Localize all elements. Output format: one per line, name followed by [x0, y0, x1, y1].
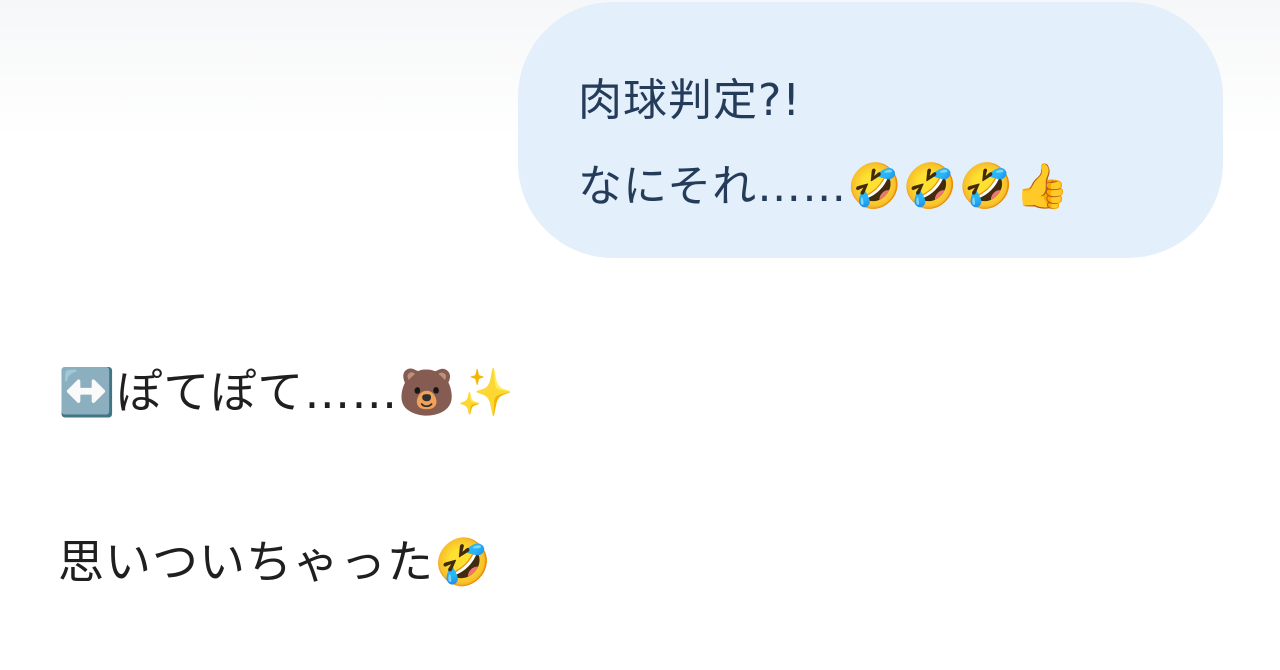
received-message-line-2: 思いついちゃった🤣 [58, 535, 493, 589]
sent-message-line-1: 肉球判定?! [578, 75, 801, 126]
sent-message-bubble[interactable]: 肉球判定?! なにそれ……🤣🤣🤣👍 [518, 2, 1223, 258]
sent-message-line-2: なにそれ……🤣🤣🤣👍 [578, 161, 1071, 212]
received-message-line-1: ↔️ぽてぽて……🐻✨ [58, 365, 515, 419]
chat-thread: 肉球判定?! なにそれ……🤣🤣🤣👍 ↔️ぽてぽて……🐻✨ 思いついちゃった🤣 [0, 0, 1280, 670]
